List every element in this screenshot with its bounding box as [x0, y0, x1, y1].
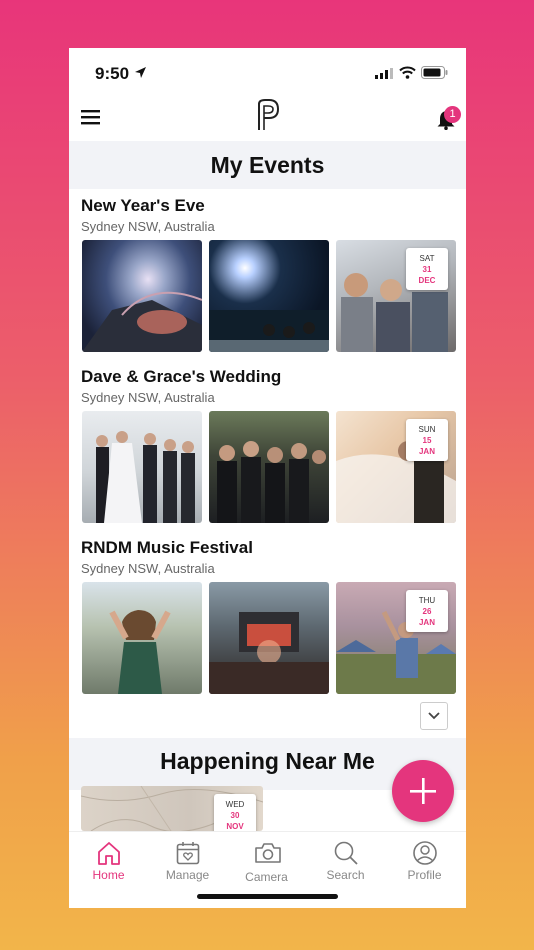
event-date-badge: THU 26 JAN [406, 590, 448, 632]
date-day: 31 [422, 265, 432, 274]
phone-screen: 9:50 1 My Events New Year's Eve Sydney N… [69, 48, 466, 908]
signal-icon [375, 68, 393, 79]
nearby-event-date-badge: WED 30 NOV [214, 794, 256, 836]
expand-events-button[interactable] [420, 702, 448, 730]
event-location: Sydney NSW, Australia [81, 390, 215, 405]
date-month: JAN [418, 618, 435, 627]
search-icon [334, 841, 358, 865]
event-photo[interactable] [209, 411, 329, 523]
location-arrow-icon [135, 67, 146, 78]
event-location: Sydney NSW, Australia [81, 219, 215, 234]
wifi-icon [399, 66, 416, 79]
event-photo[interactable] [82, 240, 202, 352]
event-title[interactable]: Dave & Grace's Wedding [81, 367, 281, 387]
event-title[interactable]: New Year's Eve [81, 196, 205, 216]
date-day: 26 [422, 607, 432, 616]
event-location: Sydney NSW, Australia [81, 561, 215, 576]
event-photo[interactable] [209, 582, 329, 694]
my-events-heading: My Events [69, 141, 466, 189]
fireworks-harbour-image [209, 310, 329, 352]
app-logo-icon [258, 99, 280, 130]
tab-manage[interactable]: Manage [148, 832, 227, 892]
chevron-down-icon [428, 712, 440, 720]
tab-camera[interactable]: Camera [227, 832, 306, 892]
date-day-of-week: SAT [419, 254, 435, 263]
tab-label: Search [326, 868, 365, 882]
date-day: 30 [230, 811, 240, 820]
event-photo[interactable] [82, 411, 202, 523]
camera-icon [255, 843, 281, 863]
plus-icon [410, 778, 436, 804]
status-time: 9:50 [95, 64, 130, 83]
date-month: DEC [418, 276, 436, 285]
date-day-of-week: THU [418, 596, 436, 605]
battery-icon [421, 66, 448, 79]
tab-label: Manage [165, 868, 210, 882]
fireworks-bridge-image [82, 291, 202, 352]
status-bar: 9:50 [69, 48, 466, 96]
date-day-of-week: WED [225, 800, 245, 809]
tab-label: Camera [245, 870, 288, 884]
event-title[interactable]: RNDM Music Festival [81, 538, 253, 558]
tab-label: Profile [407, 868, 442, 882]
festival-stage-image [209, 612, 329, 694]
calendar-heart-icon [176, 842, 200, 865]
groomsmen-image [217, 441, 326, 523]
tab-search[interactable]: Search [306, 832, 385, 892]
profile-icon [413, 841, 437, 865]
create-event-button[interactable] [392, 760, 454, 822]
date-day-of-week: SUN [418, 425, 436, 434]
wedding-couple-image [96, 431, 195, 523]
event-photo[interactable] [209, 240, 329, 352]
event-date-badge: SUN 15 JAN [406, 419, 448, 461]
notification-count-badge: 1 [444, 106, 461, 123]
hamburger-menu-icon[interactable] [81, 109, 101, 125]
home-icon [98, 842, 120, 865]
event-photo[interactable] [82, 582, 202, 694]
tab-home[interactable]: Home [69, 832, 148, 892]
festival-dancer-image [109, 610, 171, 694]
date-month: JAN [418, 447, 435, 456]
event-date-badge: SAT 31 DEC [406, 248, 448, 290]
tab-label: Home [92, 868, 125, 882]
date-day: 15 [422, 436, 432, 445]
home-indicator [197, 894, 338, 899]
tab-profile[interactable]: Profile [385, 832, 464, 892]
